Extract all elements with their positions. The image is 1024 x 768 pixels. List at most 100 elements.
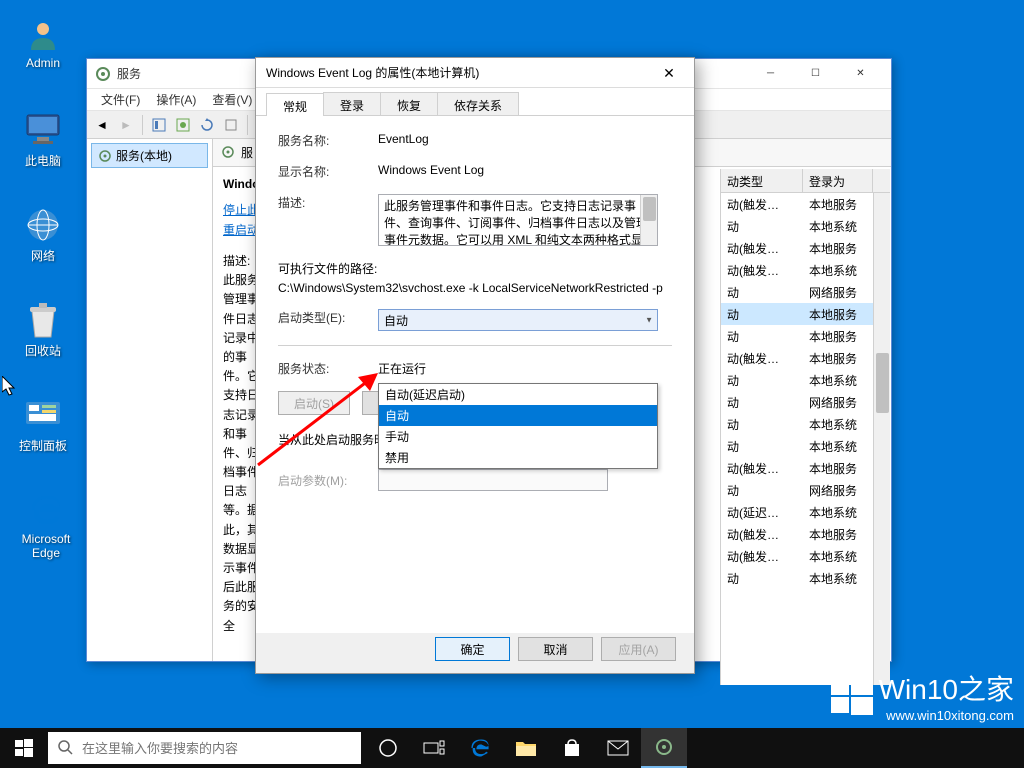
services-taskbar[interactable] xyxy=(641,728,687,768)
mail-taskbar[interactable] xyxy=(595,728,641,768)
recycle-icon xyxy=(23,300,63,340)
desktop-icon-recycle[interactable]: 回收站 xyxy=(8,300,78,359)
gear-icon xyxy=(95,66,111,82)
option-manual[interactable]: 手动 xyxy=(379,426,657,447)
desc-scrollbar[interactable] xyxy=(640,195,657,245)
table-row[interactable]: 动(触发…本地服务 xyxy=(721,237,890,259)
search-box[interactable] xyxy=(48,732,361,764)
option-auto[interactable]: 自动 xyxy=(379,405,657,426)
table-row[interactable]: 动网络服务 xyxy=(721,479,890,501)
network-icon xyxy=(23,205,63,245)
pc-icon xyxy=(23,110,63,150)
minimize-button[interactable]: ─ xyxy=(748,59,793,88)
gear-icon xyxy=(221,145,237,161)
tool-export[interactable] xyxy=(220,114,242,136)
back-button[interactable]: ◄ xyxy=(91,114,113,136)
edge-taskbar[interactable] xyxy=(457,728,503,768)
menu-action[interactable]: 操作(A) xyxy=(148,89,204,110)
value-display-name: Windows Event Log xyxy=(378,163,672,177)
tool-1[interactable] xyxy=(148,114,170,136)
explorer-taskbar[interactable] xyxy=(503,728,549,768)
chevron-down-icon: ▼ xyxy=(645,316,653,325)
windows-icon xyxy=(15,739,33,757)
cursor-icon xyxy=(2,376,18,398)
desktop-icon-admin[interactable]: Admin xyxy=(8,14,78,70)
start-button: 启动(S) xyxy=(278,391,350,415)
table-row[interactable]: 动(触发…本地服务 xyxy=(721,347,890,369)
tool-2[interactable] xyxy=(172,114,194,136)
value-status: 正在运行 xyxy=(378,360,426,377)
label-description: 描述: xyxy=(278,194,378,211)
service-list: 动类型 登录为 动(触发…本地服务动本地系统动(触发…本地服务动(触发…本地系统… xyxy=(720,169,890,685)
label-display-name: 显示名称: xyxy=(278,163,378,180)
start-button[interactable] xyxy=(0,728,48,768)
props-titlebar[interactable]: Windows Event Log 的属性(本地计算机) ✕ xyxy=(256,58,694,88)
tree-pane: 服务(本地) xyxy=(87,139,213,661)
cancel-button[interactable]: 取消 xyxy=(518,637,593,661)
value-service-name: EventLog xyxy=(378,132,672,146)
desktop-icon-network[interactable]: 网络 xyxy=(8,205,78,264)
col-startup[interactable]: 动类型 xyxy=(721,169,803,192)
tab-logon[interactable]: 登录 xyxy=(323,92,381,115)
scrollbar[interactable] xyxy=(873,193,890,685)
maximize-button[interactable]: ☐ xyxy=(793,59,838,88)
gear-icon xyxy=(98,149,112,163)
watermark: Win10之家 www.win10xitong.com xyxy=(831,668,1014,723)
option-auto-delayed[interactable]: 自动(延迟启动) xyxy=(379,384,657,405)
table-row[interactable]: 动本地服务 xyxy=(721,325,890,347)
table-row[interactable]: 动本地服务 xyxy=(721,303,890,325)
label-status: 服务状态: xyxy=(278,360,378,377)
tool-refresh[interactable] xyxy=(196,114,218,136)
properties-dialog: Windows Event Log 的属性(本地计算机) ✕ 常规 登录 恢复 … xyxy=(255,57,695,674)
startup-type-select[interactable]: 自动 ▼ xyxy=(378,309,658,331)
table-row[interactable]: 动本地系统 xyxy=(721,369,890,391)
col-logon[interactable]: 登录为 xyxy=(803,169,873,192)
taskview-button[interactable] xyxy=(411,728,457,768)
table-row[interactable]: 动(延迟…本地系统 xyxy=(721,501,890,523)
cortana-button[interactable] xyxy=(365,728,411,768)
table-row[interactable]: 动(触发…本地服务 xyxy=(721,457,890,479)
desktop-icon-edge[interactable]: Microsoft Edge xyxy=(8,490,84,560)
search-input[interactable] xyxy=(82,741,351,756)
store-taskbar[interactable] xyxy=(549,728,595,768)
value-exe-path: C:\Windows\System32\svchost.exe -k Local… xyxy=(278,281,672,295)
label-startup-type: 启动类型(E): xyxy=(278,309,378,326)
startup-type-dropdown: 自动(延迟启动) 自动 手动 禁用 xyxy=(378,383,658,469)
user-icon xyxy=(23,14,63,54)
close-button[interactable]: ✕ xyxy=(838,59,883,88)
option-disabled[interactable]: 禁用 xyxy=(379,447,657,468)
label-start-param: 启动参数(M): xyxy=(278,472,378,489)
close-button[interactable]: ✕ xyxy=(654,59,684,87)
table-row[interactable]: 动(触发…本地服务 xyxy=(721,523,890,545)
tree-services-local[interactable]: 服务(本地) xyxy=(91,143,208,168)
edge-icon xyxy=(26,490,66,530)
table-row[interactable]: 动网络服务 xyxy=(721,281,890,303)
apply-button: 应用(A) xyxy=(601,637,676,661)
table-row[interactable]: 动本地系统 xyxy=(721,413,890,435)
description-box: 此服务管理事件和事件日志。它支持日志记录事件、查询事件、订阅事件、归档事件日志以… xyxy=(378,194,658,246)
start-param-input xyxy=(378,469,608,491)
table-row[interactable]: 动(触发…本地系统 xyxy=(721,259,890,281)
tab-general[interactable]: 常规 xyxy=(266,93,324,116)
menu-view[interactable]: 查看(V) xyxy=(204,89,260,110)
table-row[interactable]: 动本地系统 xyxy=(721,215,890,237)
tab-dependencies[interactable]: 依存关系 xyxy=(437,92,519,115)
scroll-thumb[interactable] xyxy=(876,353,889,413)
table-row[interactable]: 动网络服务 xyxy=(721,391,890,413)
tab-recovery[interactable]: 恢复 xyxy=(380,92,438,115)
label-exe-path: 可执行文件的路径: xyxy=(278,260,672,277)
table-row[interactable]: 动本地系统 xyxy=(721,567,890,589)
forward-button[interactable]: ► xyxy=(115,114,137,136)
controlpanel-icon xyxy=(23,395,63,435)
table-row[interactable]: 动本地系统 xyxy=(721,435,890,457)
ok-button[interactable]: 确定 xyxy=(435,637,510,661)
desktop-icon-controlpanel[interactable]: 控制面板 xyxy=(8,395,78,454)
search-icon xyxy=(58,740,74,756)
taskbar xyxy=(0,728,1024,768)
windows-logo-icon xyxy=(831,675,873,717)
table-row[interactable]: 动(触发…本地服务 xyxy=(721,193,890,215)
label-service-name: 服务名称: xyxy=(278,132,378,149)
menu-file[interactable]: 文件(F) xyxy=(93,89,148,110)
table-row[interactable]: 动(触发…本地系统 xyxy=(721,545,890,567)
desktop-icon-thispc[interactable]: 此电脑 xyxy=(8,110,78,169)
